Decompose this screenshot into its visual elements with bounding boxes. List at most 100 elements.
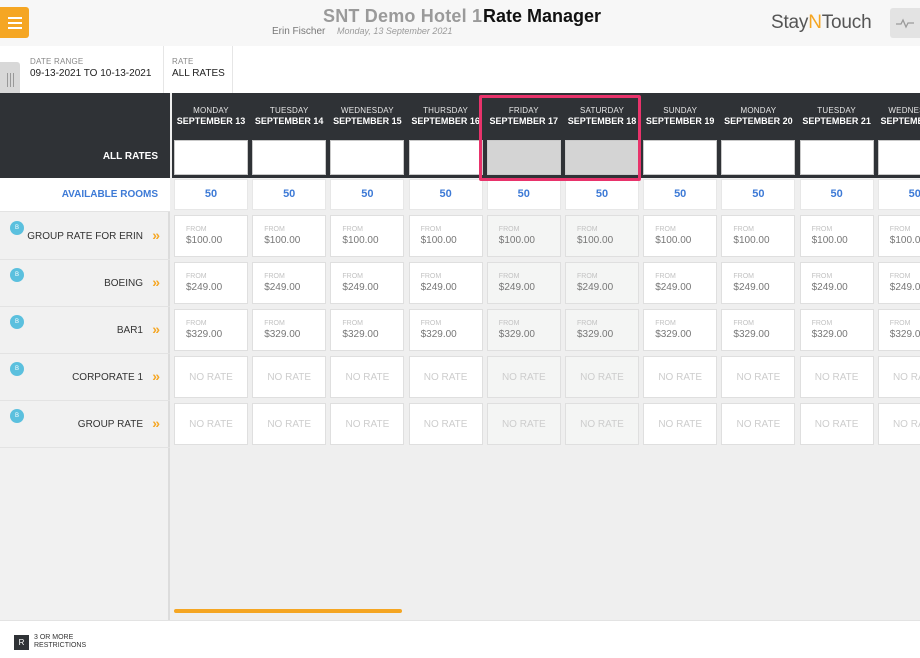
rate-cell[interactable]: FROM $249.00 [408, 262, 483, 304]
rate-cell[interactable]: NO RATE [486, 356, 561, 398]
rate-cell[interactable]: FROM $100.00 [643, 215, 718, 257]
rate-cell[interactable]: FROM $329.00 [799, 309, 874, 351]
rate-cell[interactable]: NO RATE [799, 356, 874, 398]
rate-cell[interactable]: FROM $329.00 [408, 309, 483, 351]
day-column: TUESDAY SEPTEMBER 21 50 FROM $100.00 FROM $249… [798, 93, 876, 620]
rate-cell[interactable]: FROM $100.00 [408, 215, 483, 257]
expand-chevron-icon[interactable]: » [152, 321, 160, 337]
rate-cell[interactable]: FROM $329.00 [721, 309, 796, 351]
rate-cell[interactable]: FROM $100.00 [721, 215, 796, 257]
horizontal-scrollbar[interactable] [174, 609, 402, 613]
rate-price: $100.00 [186, 235, 223, 246]
all-rates-input[interactable] [643, 140, 718, 175]
all-rates-input[interactable] [408, 140, 483, 175]
available-rooms-label: AVAILABLE ROOMS [0, 178, 170, 212]
rate-cell[interactable]: FROM $249.00 [330, 262, 405, 304]
rate-cell[interactable]: NO RATE [330, 356, 405, 398]
all-rates-input[interactable] [486, 140, 561, 175]
rate-row-label[interactable]: B BAR1 » [0, 307, 170, 354]
rate-cell[interactable]: NO RATE [721, 403, 796, 445]
all-rates-input[interactable] [799, 140, 874, 175]
rate-cell[interactable]: FROM $329.00 [486, 309, 561, 351]
rate-cell[interactable]: FROM $249.00 [799, 262, 874, 304]
rate-row-label[interactable]: B GROUP RATE FOR ERIN » [0, 213, 170, 260]
all-rates-input[interactable] [330, 140, 405, 175]
rate-cell[interactable]: NO RATE [721, 356, 796, 398]
expand-chevron-icon[interactable]: » [152, 227, 160, 243]
day-date: SEPTEMBER 16 [411, 116, 480, 126]
rate-cell[interactable]: FROM $100.00 [252, 215, 327, 257]
no-rate-label: NO RATE [345, 372, 390, 383]
rate-cell[interactable]: FROM $329.00 [174, 309, 248, 351]
rate-cell[interactable]: NO RATE [565, 403, 639, 445]
rate-cell[interactable]: FROM $100.00 [486, 215, 561, 257]
all-rates-input[interactable] [721, 140, 796, 175]
rate-name: GROUP RATE [77, 419, 143, 430]
hamburger-menu-icon[interactable] [0, 7, 29, 38]
rate-cell[interactable]: FROM $249.00 [252, 262, 327, 304]
expand-chevron-icon[interactable]: » [152, 368, 160, 384]
day-column: THURSDAY SEPTEMBER 16 50 FROM $100.00 FROM $24… [407, 93, 485, 620]
all-rates-input[interactable] [877, 140, 920, 175]
expand-chevron-icon[interactable]: » [152, 415, 160, 431]
expand-chevron-icon[interactable]: » [152, 274, 160, 290]
all-rates-input[interactable] [174, 140, 248, 175]
rate-price: $249.00 [342, 282, 379, 293]
rate-filter-value: ALL RATES [172, 68, 225, 79]
rate-cell[interactable]: FROM $329.00 [643, 309, 718, 351]
no-rate-label: NO RATE [736, 372, 781, 383]
rate-grid: MONDAY SEPTEMBER 13 50 FROM $100.00 FROM $249.… [172, 93, 920, 620]
date-range-value: 09-13-2021 TO 10-13-2021 [30, 68, 152, 79]
from-label: FROM [577, 320, 598, 327]
rate-cell[interactable]: FROM $329.00 [330, 309, 405, 351]
activity-pulse-icon[interactable] [890, 8, 920, 38]
rate-cell[interactable]: FROM $249.00 [486, 262, 561, 304]
no-rate-label: NO RATE [892, 419, 920, 430]
all-rates-input[interactable] [565, 140, 639, 175]
rate-cell[interactable]: NO RATE [877, 403, 920, 445]
rate-cell[interactable]: NO RATE [486, 403, 561, 445]
day-name: WEDNESDAY [341, 106, 394, 115]
day-date: SEPTEMBER 19 [645, 116, 715, 126]
day-date: SEPTEMBER 22 [880, 116, 920, 126]
rate-cell[interactable]: NO RATE [252, 356, 327, 398]
rate-cell[interactable]: FROM $100.00 [565, 215, 639, 257]
rate-cell[interactable]: NO RATE [330, 403, 405, 445]
rate-row-label[interactable]: B GROUP RATE » [0, 401, 170, 448]
rate-cell[interactable]: NO RATE [252, 403, 327, 445]
from-label: FROM [889, 320, 911, 327]
rate-cell[interactable]: FROM $100.00 [799, 215, 874, 257]
rate-price: $329.00 [498, 329, 535, 340]
rate-cell[interactable]: FROM $249.00 [643, 262, 718, 304]
rate-cell[interactable]: FROM $329.00 [252, 309, 327, 351]
rate-cell[interactable]: FROM $100.00 [174, 215, 248, 257]
rate-price: $100.00 [498, 235, 535, 246]
rate-cell[interactable]: NO RATE [643, 403, 718, 445]
rate-cell[interactable]: FROM $249.00 [877, 262, 920, 304]
rate-cell[interactable]: FROM $100.00 [877, 215, 920, 257]
rate-price: $329.00 [889, 329, 920, 340]
rate-row-label[interactable]: B CORPORATE 1 » [0, 354, 170, 401]
rate-cell[interactable]: NO RATE [643, 356, 718, 398]
rate-cell[interactable]: NO RATE [565, 356, 639, 398]
rate-filter[interactable]: RATE ALL RATES [164, 46, 233, 93]
rate-cell[interactable]: FROM $249.00 [721, 262, 796, 304]
rate-cell[interactable]: NO RATE [408, 356, 483, 398]
rate-cell[interactable]: FROM $249.00 [174, 262, 248, 304]
available-rooms-cell: 50 [721, 179, 796, 210]
rate-cell[interactable]: NO RATE [877, 356, 920, 398]
rate-cell[interactable]: NO RATE [408, 403, 483, 445]
date-range-filter[interactable]: DATE RANGE 09-13-2021 TO 10-13-2021 [22, 46, 164, 93]
day-column: MONDAY SEPTEMBER 20 50 FROM $100.00 FROM $249.… [719, 93, 797, 620]
rate-cell[interactable]: FROM $249.00 [565, 262, 639, 304]
rate-cell[interactable]: FROM $329.00 [877, 309, 920, 351]
rate-cell[interactable]: FROM $100.00 [330, 215, 405, 257]
day-column: SUNDAY SEPTEMBER 19 50 FROM $100.00 FROM $249.… [641, 93, 719, 620]
rate-cell[interactable]: NO RATE [174, 356, 248, 398]
all-rates-input[interactable] [252, 140, 327, 175]
rate-cell[interactable]: NO RATE [174, 403, 248, 445]
rate-cell[interactable]: NO RATE [799, 403, 874, 445]
available-rooms-cell: 50 [330, 179, 405, 210]
rate-cell[interactable]: FROM $329.00 [565, 309, 639, 351]
rate-row-label[interactable]: B BOEING » [0, 260, 170, 307]
